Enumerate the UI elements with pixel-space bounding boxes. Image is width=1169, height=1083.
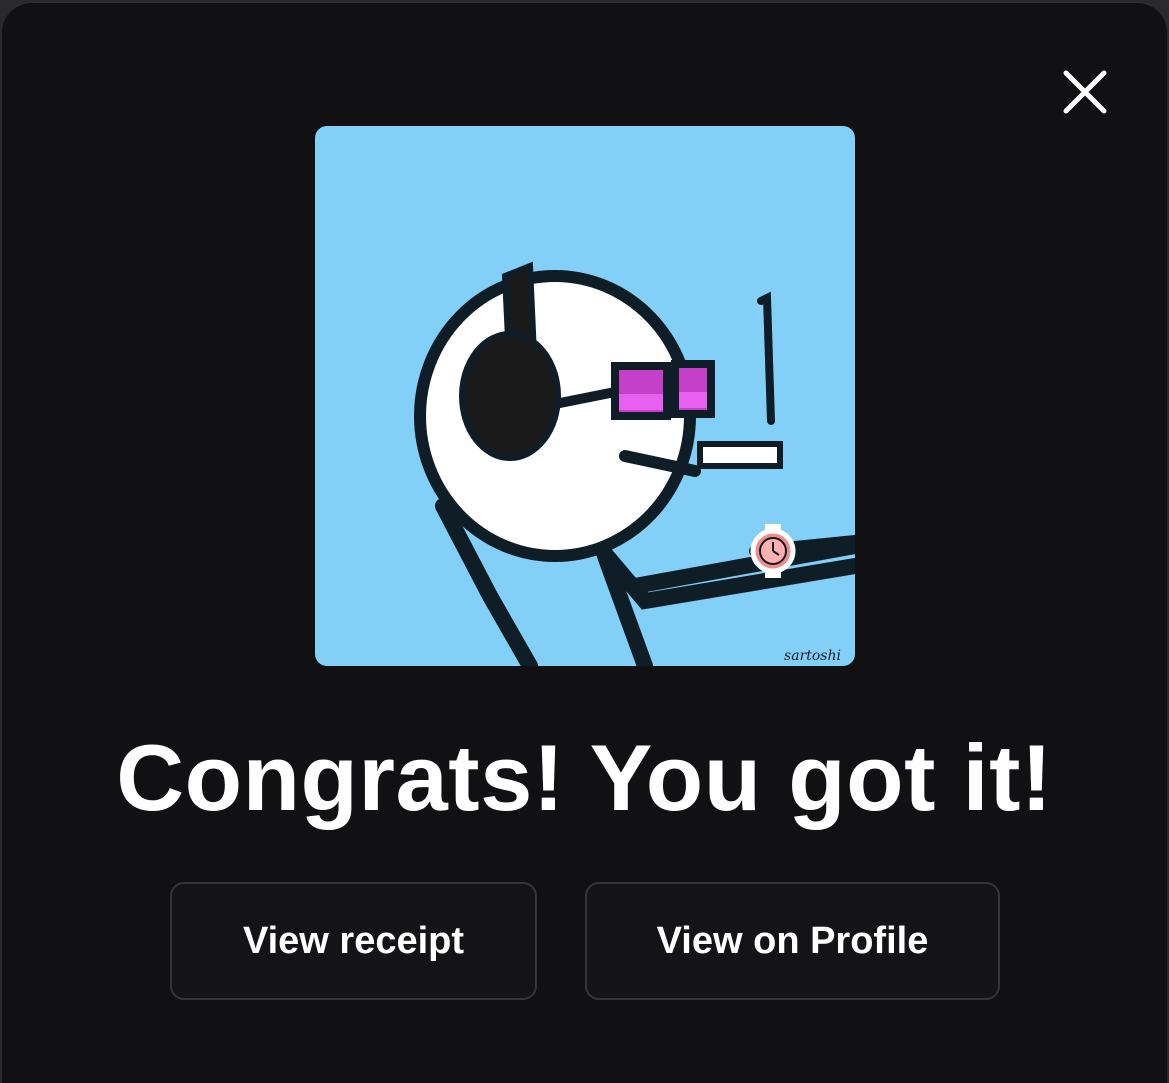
close-button[interactable] <box>1058 65 1112 119</box>
view-on-profile-button[interactable]: View on Profile <box>585 882 1000 1000</box>
artist-signature: sartoshi <box>784 648 841 664</box>
view-on-profile-label: View on Profile <box>656 919 929 962</box>
purchase-success-dialog: sartoshi Congrats! You got it! View rece… <box>2 2 1167 1083</box>
nft-artwork: sartoshi <box>315 126 855 666</box>
success-headline: Congrats! You got it! <box>116 725 1053 830</box>
nft-artwork-drawing <box>414 261 855 666</box>
close-icon <box>1063 70 1107 114</box>
view-receipt-button[interactable]: View receipt <box>170 882 537 1000</box>
view-receipt-label: View receipt <box>242 919 465 962</box>
